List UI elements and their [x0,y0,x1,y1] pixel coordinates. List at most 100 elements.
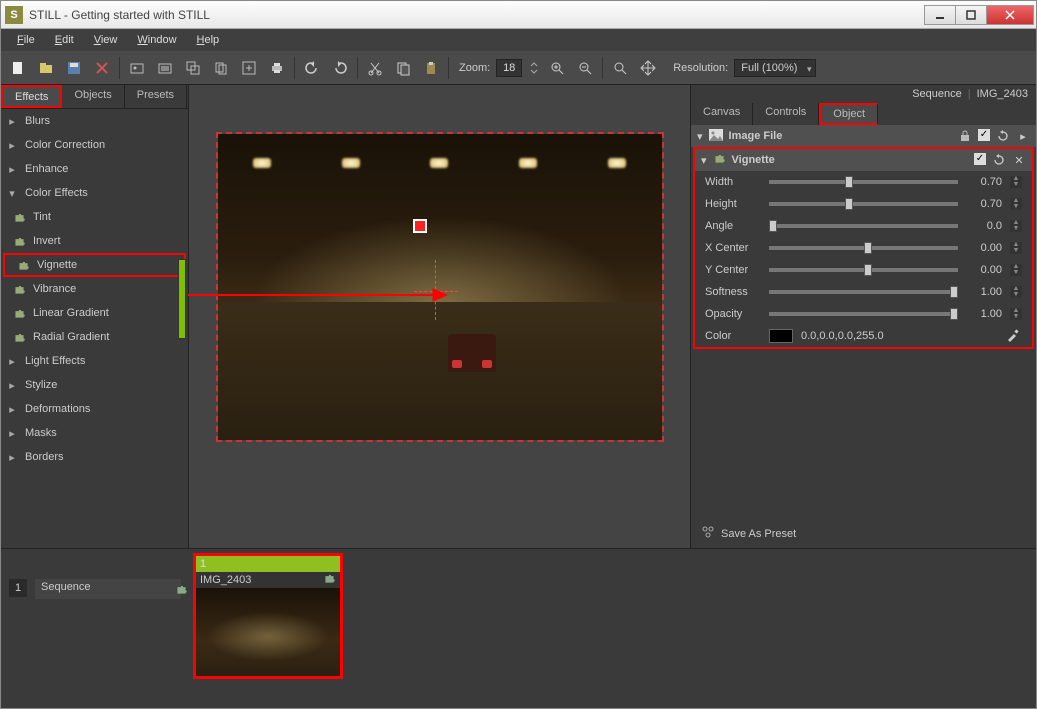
menu-edit[interactable]: Edit [45,32,84,48]
height-value[interactable]: 0.70 [966,198,1002,210]
effect-item-vibrance[interactable]: Vibrance [1,277,188,301]
copy-button[interactable] [210,57,232,79]
softness-value[interactable]: 1.00 [966,286,1002,298]
lock-icon[interactable] [958,129,972,143]
color-value[interactable]: 0.0,0.0,0.0,255.0 [801,330,998,342]
tab-objects[interactable]: Objects [62,85,124,108]
resolution-label: Resolution: [673,62,728,74]
canvas-viewport[interactable] [189,85,690,548]
effect-item-radial-gradient[interactable]: Radial Gradient [1,325,188,349]
close-panel-icon[interactable]: ▸ [1016,129,1030,143]
opacity-spinner[interactable]: ▲▼ [1010,308,1022,320]
prop-label: Softness [705,286,761,298]
width-slider[interactable] [769,180,958,184]
softness-spinner[interactable]: ▲▼ [1010,286,1022,298]
import-button[interactable] [126,57,148,79]
enable-checkbox[interactable]: ✓ [974,153,986,165]
resolution-dropdown[interactable]: Full (100%) [734,59,816,77]
width-value[interactable]: 0.70 [966,176,1002,188]
effect-item-linear-gradient[interactable]: Linear Gradient [1,301,188,325]
zoom-out-button[interactable] [574,57,596,79]
eyedropper-icon[interactable] [1006,328,1022,344]
angle-value[interactable]: 0.0 [966,220,1002,232]
image-file-header[interactable]: ▾ Image File ✓ ▸ [691,125,1036,147]
disclosure-icon: ▾ [697,130,703,143]
height-spinner[interactable]: ▲▼ [1010,198,1022,210]
delete-button[interactable] [91,57,113,79]
sequence-name[interactable]: Sequence [35,579,181,599]
puzzle-icon [11,281,27,297]
undo-button[interactable] [301,57,323,79]
timeline-clip[interactable]: 1 IMG_2403 [193,553,343,679]
menu-help[interactable]: Help [187,32,230,48]
zoom-spinner[interactable] [528,57,540,79]
vignette-center-handle[interactable] [413,219,427,233]
effect-item-invert[interactable]: Invert [1,229,188,253]
redo-button[interactable] [329,57,351,79]
zoom-in-button[interactable] [546,57,568,79]
zoom-fit-button[interactable] [609,57,631,79]
copy-clip-button[interactable] [392,57,414,79]
reset-icon[interactable] [996,129,1010,143]
tab-object[interactable]: Object [819,103,878,125]
tab-effects[interactable]: Effects [1,85,62,108]
softness-slider[interactable] [769,290,958,294]
effects-group-deformations[interactable]: Deformations [1,397,188,421]
minimize-button[interactable] [924,5,956,25]
xcenter-spinner[interactable]: ▲▼ [1010,242,1022,254]
tab-presets[interactable]: Presets [125,85,187,108]
ycenter-value[interactable]: 0.00 [966,264,1002,276]
puzzle-icon [11,329,27,345]
tab-controls[interactable]: Controls [753,103,819,125]
effects-group-blurs[interactable]: Blurs [1,109,188,133]
maximize-button[interactable] [955,5,987,25]
ycenter-spinner[interactable]: ▲▼ [1010,264,1022,276]
effect-item-tint[interactable]: Tint [1,205,188,229]
new-button[interactable] [7,57,29,79]
cut-button[interactable] [364,57,386,79]
ycenter-slider[interactable] [769,268,958,272]
effects-group-stylize[interactable]: Stylize [1,373,188,397]
effects-group-light-effects[interactable]: Light Effects [1,349,188,373]
remove-icon[interactable]: ✕ [1012,153,1026,167]
effects-group-color-effects[interactable]: Color Effects [1,181,188,205]
width-spinner[interactable]: ▲▼ [1010,176,1022,188]
enable-checkbox[interactable]: ✓ [978,129,990,141]
import-folder-button[interactable] [154,57,176,79]
effect-label: Invert [33,235,61,247]
xcenter-slider[interactable] [769,246,958,250]
menu-file[interactable]: File [7,32,45,48]
angle-slider[interactable] [769,224,958,228]
angle-spinner[interactable]: ▲▼ [1010,220,1022,232]
opacity-slider[interactable] [769,312,958,316]
context-sequence: Sequence [912,88,962,100]
opacity-value[interactable]: 1.00 [966,308,1002,320]
effects-group-masks[interactable]: Masks [1,421,188,445]
zoom-value[interactable]: 18 [496,59,522,77]
effects-group-borders[interactable]: Borders [1,445,188,469]
right-tabs: Canvas Controls Object [691,103,1036,125]
xcenter-value[interactable]: 0.00 [966,242,1002,254]
open-button[interactable] [35,57,57,79]
effects-group-color-correction[interactable]: Color Correction [1,133,188,157]
batch-button[interactable] [182,57,204,79]
reset-icon[interactable] [992,153,1006,167]
save-as-preset-button[interactable]: Save As Preset [691,519,1036,548]
vignette-header[interactable]: ▾ Vignette ✓ ✕ [695,149,1032,171]
puzzle-icon [11,209,27,225]
tab-canvas[interactable]: Canvas [691,103,753,125]
export-button[interactable] [238,57,260,79]
prop-label: Angle [705,220,761,232]
menu-view[interactable]: View [84,32,128,48]
print-button[interactable] [266,57,288,79]
pan-button[interactable] [637,57,659,79]
paste-button[interactable] [420,57,442,79]
prop-label: Opacity [705,308,761,320]
close-button[interactable] [986,5,1034,25]
color-swatch[interactable] [769,329,793,343]
save-button[interactable] [63,57,85,79]
effects-group-enhance[interactable]: Enhance [1,157,188,181]
menu-window[interactable]: Window [127,32,186,48]
height-slider[interactable] [769,202,958,206]
effect-item-vignette[interactable]: Vignette [3,253,186,277]
